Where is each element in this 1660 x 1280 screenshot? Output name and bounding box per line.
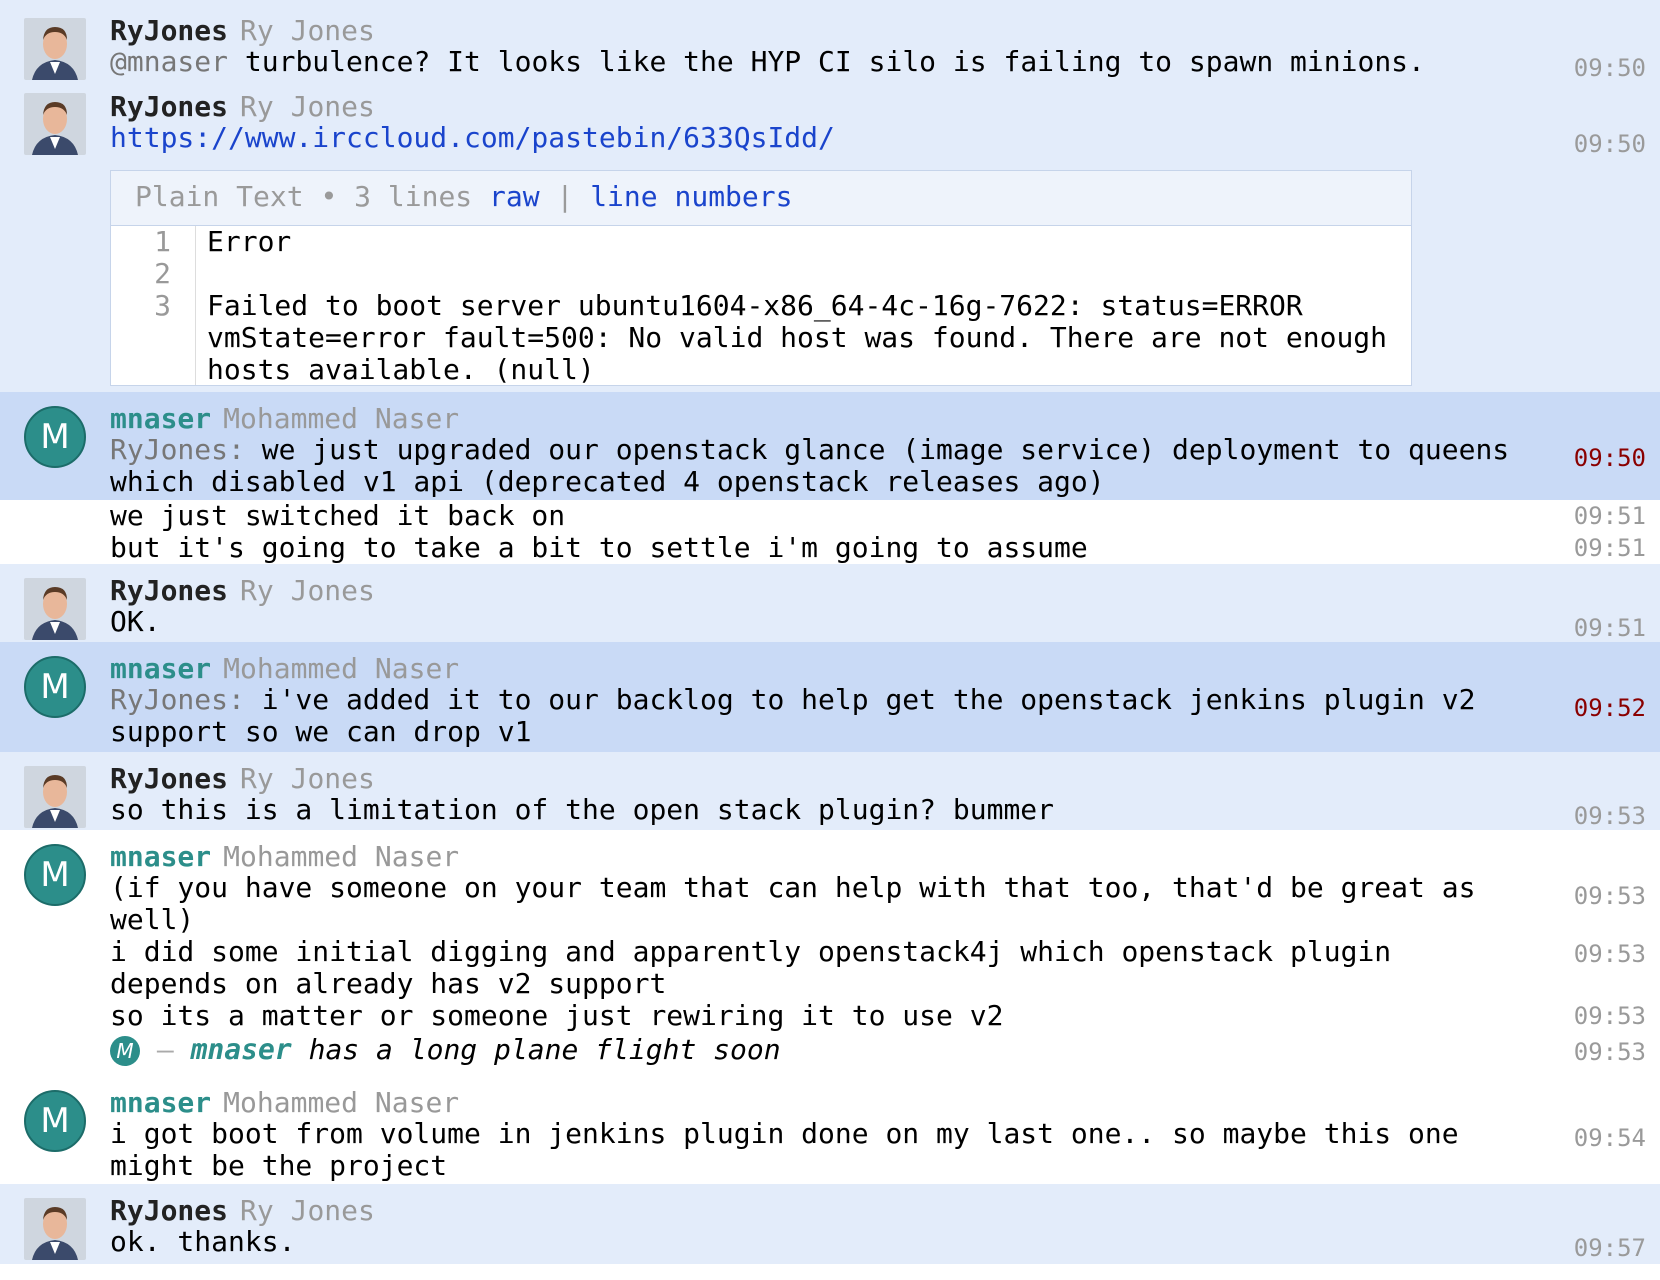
paste-line-count: 3 lines xyxy=(354,180,473,213)
message-text: i got boot from volume in jenkins plugin… xyxy=(110,1117,1476,1182)
author-real-name: Ry Jones xyxy=(240,14,375,47)
message-timestamp[interactable]: 09:52 xyxy=(1574,694,1646,722)
paste-pipe: | xyxy=(556,180,574,213)
message-author[interactable]: RyJones Ry Jones xyxy=(110,14,375,47)
author-real-name: Ry Jones xyxy=(240,574,375,607)
message-timestamp[interactable]: 09:53 xyxy=(1574,940,1646,968)
message-author[interactable]: RyJones Ry Jones xyxy=(110,762,375,795)
pastebin-link[interactable]: https://www.irccloud.com/pastebin/633QsI… xyxy=(110,122,1510,154)
author-real-name: Mohammed Naser xyxy=(223,1086,460,1119)
message-timestamp[interactable]: 09:53 xyxy=(1574,1038,1646,1066)
message-text: (if you have someone on your team that c… xyxy=(110,871,1493,936)
message-group-mnaser-2: we just switched it back on 09:51 but it… xyxy=(0,500,1660,564)
ryjones-avatar[interactable] xyxy=(24,766,86,828)
mnaser-avatar[interactable]: M xyxy=(24,656,86,718)
message-text: we just switched it back on xyxy=(110,499,566,532)
paste-content: Error Failed to boot server ubuntu1604-x8… xyxy=(207,226,1397,386)
message-text: so this is a limitation of the open stac… xyxy=(110,793,1055,826)
message-author[interactable]: RyJones Ry Jones xyxy=(110,90,375,123)
message-timestamp[interactable]: 09:57 xyxy=(1574,1234,1646,1262)
message-text: @mnaser turbulence? It looks like the HY… xyxy=(110,45,1425,78)
line-number: 1 xyxy=(154,225,171,258)
line-numbers-toggle[interactable]: line numbers xyxy=(590,180,792,213)
mention[interactable]: RyJones: xyxy=(110,683,245,716)
mention[interactable]: @mnaser xyxy=(110,45,228,78)
action-message: M — mnaser has a long plane flight soon xyxy=(110,1034,781,1066)
author-real-name: Mohammed Naser xyxy=(223,652,460,685)
author-real-name: Ry Jones xyxy=(240,762,375,795)
paste-line: Error xyxy=(207,225,292,258)
message-text: so its a matter or someone just rewiring… xyxy=(110,999,1004,1032)
message-timestamp[interactable]: 09:53 xyxy=(1574,1002,1646,1030)
message-timestamp[interactable]: 09:50 xyxy=(1574,444,1646,472)
pastebin-embed: Plain Text • 3 lines raw | line numbers … xyxy=(110,170,1412,386)
message-author[interactable]: mnaser Mohammed Naser xyxy=(110,402,459,435)
paste-type: Plain Text xyxy=(135,180,304,213)
author-real-name: Mohammed Naser xyxy=(223,402,460,435)
line-number: 3 xyxy=(154,289,171,322)
ryjones-avatar[interactable] xyxy=(24,578,86,640)
paste-sep: • xyxy=(320,180,338,213)
message-group-ryjones-4: RyJones Ry Jones ok. thanks. 09:57 xyxy=(0,1184,1660,1264)
ryjones-avatar[interactable] xyxy=(24,1198,86,1260)
action-nick[interactable]: mnaser xyxy=(191,1033,292,1066)
line-number-gutter: 1 2 3 xyxy=(111,226,196,385)
message-text: OK. xyxy=(110,605,161,638)
mnaser-avatar[interactable]: M xyxy=(24,406,86,468)
action-dash: — xyxy=(156,1033,174,1066)
author-real-name: Ry Jones xyxy=(240,90,375,123)
pastebin-header: Plain Text • 3 lines raw | line numbers xyxy=(111,171,1411,226)
message-timestamp[interactable]: 09:51 xyxy=(1574,502,1646,530)
message-author[interactable]: RyJones Ry Jones xyxy=(110,1194,375,1227)
author-real-name: Mohammed Naser xyxy=(223,840,460,873)
message-author[interactable]: mnaser Mohammed Naser xyxy=(110,652,459,685)
message-group-mnaser-4: M mnaser Mohammed Naser (if you have some… xyxy=(0,830,1660,1076)
message-text: but it's going to take a bit to settle i… xyxy=(110,531,1088,564)
mnaser-avatar[interactable]: M xyxy=(24,844,86,906)
message-timestamp[interactable]: 09:51 xyxy=(1574,534,1646,562)
action-text: has a long plane flight soon xyxy=(308,1033,781,1066)
message-group-mnaser-3: M mnaser Mohammed Naser RyJones: i've add… xyxy=(0,642,1660,752)
message-timestamp[interactable]: 09:51 xyxy=(1574,614,1646,642)
message-timestamp[interactable]: 09:53 xyxy=(1574,802,1646,830)
message-text: ok. thanks. xyxy=(110,1225,296,1258)
message-author[interactable]: mnaser Mohammed Naser xyxy=(110,840,459,873)
ryjones-avatar[interactable] xyxy=(24,93,86,155)
paste-line xyxy=(207,258,1397,290)
message-timestamp[interactable]: 09:50 xyxy=(1574,54,1646,82)
message-text: RyJones: i've added it to our backlog to… xyxy=(110,683,1493,748)
mnaser-mini-avatar[interactable]: M xyxy=(110,1036,140,1066)
message-text: RyJones: we just upgraded our openstack … xyxy=(110,433,1527,498)
mention[interactable]: RyJones: xyxy=(110,433,245,466)
message-group-ryjones-2: RyJones Ry Jones OK. 09:51 xyxy=(0,564,1660,642)
message-group-mnaser-1: M mnaser Mohammed Naser RyJones: we just … xyxy=(0,392,1660,500)
message-group-ryjones-1: RyJones Ry Jones @mnaser turbulence? It l… xyxy=(0,0,1660,392)
message-group-mnaser-5: M mnaser Mohammed Naser i got boot from v… xyxy=(0,1076,1660,1184)
mnaser-avatar[interactable]: M xyxy=(24,1090,86,1152)
paste-line: Failed to boot server ubuntu1604-x86_64-… xyxy=(207,289,1404,386)
message-author[interactable]: mnaser Mohammed Naser xyxy=(110,1086,459,1119)
line-number: 2 xyxy=(154,257,171,290)
raw-link[interactable]: raw xyxy=(489,180,540,213)
message-timestamp[interactable]: 09:54 xyxy=(1574,1124,1646,1152)
message-timestamp[interactable]: 09:53 xyxy=(1574,882,1646,910)
message-text: i did some initial digging and apparentl… xyxy=(110,935,1409,1000)
ryjones-avatar[interactable] xyxy=(24,18,86,80)
message-group-ryjones-3: RyJones Ry Jones so this is a limitation … xyxy=(0,752,1660,830)
message-timestamp[interactable]: 09:50 xyxy=(1574,130,1646,158)
message-author[interactable]: RyJones Ry Jones xyxy=(110,574,375,607)
author-real-name: Ry Jones xyxy=(240,1194,375,1227)
